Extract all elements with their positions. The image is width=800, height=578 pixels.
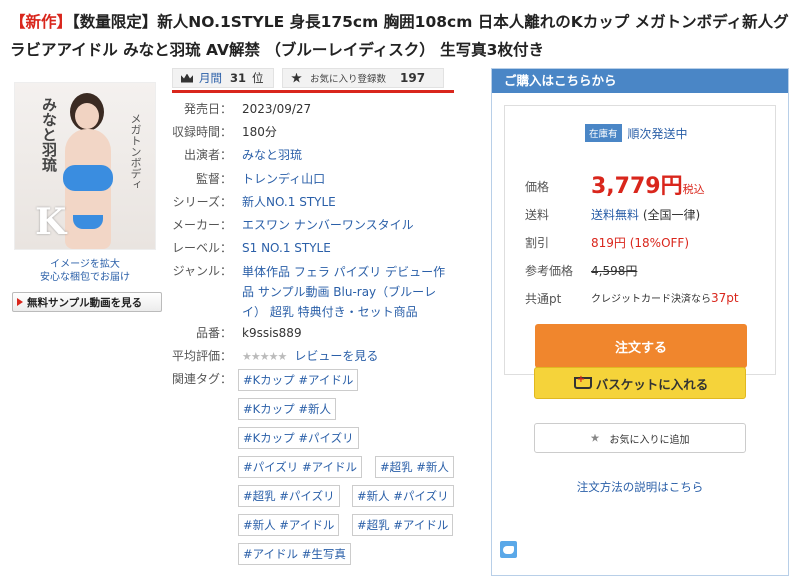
series-label: シリーズ： [172,195,232,209]
price-label: 価格 [525,180,550,194]
runtime-row: 収録時間： 180分 [170,123,277,141]
label-label: レーベル： [171,241,232,255]
tag-item[interactable]: #Kカップ #パイズリ [238,427,359,449]
add-to-basket-label: バスケットに入れる [595,376,709,392]
tag-item[interactable]: #新人 #パイズリ [352,485,454,507]
code-row: 品番： k9ssis889 [170,324,302,342]
add-favorite-button[interactable]: お気に入りに追加 [534,423,746,453]
sample-video-label: 無料サンプル動画を見る [27,296,143,309]
how-to-order-link[interactable]: 注文方法の説明はこちら [492,479,788,495]
label-link[interactable]: S1 NO.1 STYLE [232,239,331,257]
cover-actress-name: みなと羽琉 [40,97,58,172]
tag-item[interactable]: #アイドル #生写真 [238,543,351,565]
ranking-number: 31 [230,71,247,85]
list-price-value: 4,598円 [591,264,638,278]
director-row: 監督： トレンディ山口 [170,170,325,188]
genre-label: ジャンル： [172,264,232,278]
discount-value: 819円 (18%OFF) [591,236,690,250]
list-price-label: 参考価格 [525,264,574,278]
runtime-value: 180分 [242,125,277,139]
shipping-note: (全国一律) [642,208,701,222]
code-label: 品番： [195,326,232,340]
packaging-note[interactable]: 安心な梱包でお届け [14,271,156,284]
add-favorite-label: お気に入りに追加 [609,434,690,446]
ranking-underline [172,90,454,93]
series-row: シリーズ： 新人NO.1 STYLE [170,193,336,211]
cover-kcup: K [35,201,67,243]
star-icon [291,72,302,83]
maker-link[interactable]: エスワン ナンバーワンスタイル [232,216,414,234]
play-icon [17,298,23,306]
release-date-value: 2023/09/27 [242,102,312,116]
image-caption[interactable]: イメージを拡大 安心な梱包でお届け [14,258,156,284]
rating-stars: ★★★★★ [242,350,287,363]
star-icon [590,433,600,442]
product-cover-image[interactable]: みなと羽琉 メガトンボディ K [14,82,156,250]
tag-item[interactable]: #超乳 #新人 [375,456,454,478]
sample-video-button[interactable]: 無料サンプル動画を見る [12,292,162,312]
shipping-status: 順次発送中 [627,126,688,141]
order-button[interactable]: 注文する [535,324,747,368]
ranking-suffix: 位 [252,71,264,85]
points-value: 37pt [711,291,739,305]
maker-label: メーカー： [171,218,232,232]
tag-item[interactable]: #Kカップ #新人 [238,398,336,420]
shipping-free-link[interactable]: 送料無料 [591,208,639,222]
runtime-label: 収録時間： [171,125,232,139]
series-link[interactable]: 新人NO.1 STYLE [232,193,336,211]
discount-label: 割引 [525,236,550,250]
release-date-label: 発売日： [183,102,232,116]
product-title: 【新作】【数量限定】新人NO.1STYLE 身長175cm 胸囲108cm 日本… [10,8,790,64]
maker-row: メーカー： エスワン ナンバーワンスタイル [170,216,414,234]
favorite-count-value: 197 [400,71,426,85]
points-note: クレジットカード決済なら [591,294,711,305]
price-value: 3,779円 [591,174,683,199]
crown-icon [181,73,193,83]
price-value-group: 3,779円税込 [591,168,705,200]
points-label: 共通pt [525,292,562,306]
code-value: k9ssis889 [242,326,302,340]
monthly-ranking[interactable]: 月間 31 位 [172,68,274,88]
tag-item[interactable]: #新人 #アイドル [238,514,340,536]
genre-links[interactable]: 単体作品 フェラ パイズリ デビュー作品 サンプル動画 Blu-ray（ブルーレ… [232,262,457,322]
ranking-bar: 月間 31 位 お気に入り登録数 197 [172,66,454,94]
favorite-count: お気に入り登録数 197 [282,68,444,88]
cover-catchphrase: メガトンボディ [129,113,142,190]
review-link[interactable]: レビューを見る [294,349,378,363]
genre-row: ジャンル： 単体作品 フェラ パイズリ デビュー作品 サンプル動画 Blu-ra… [170,262,470,322]
price-tax: 税込 [682,183,705,196]
add-to-basket-button[interactable]: バスケットに入れる [534,367,746,399]
cast-link[interactable]: みなと羽琉 [232,146,302,164]
ranking-period: 月間 [199,71,222,85]
purchase-header: ご購入はこちらから [492,69,788,93]
tags-label: 関連タグ： [171,372,232,386]
purchase-panel: ご購入はこちらから 在庫有 順次発送中 価格 3,779円税込 送料 送料無料 … [491,68,789,576]
cast-label: 出演者： [183,148,232,162]
director-link[interactable]: トレンディ山口 [232,170,325,188]
new-badge: 【新作】 [10,13,73,31]
shipping-label: 送料 [525,208,550,222]
tag-item[interactable]: #パイズリ #アイドル [238,456,363,478]
release-date-row: 発売日： 2023/09/27 [170,100,311,118]
cast-row: 出演者： みなと羽琉 [170,146,302,164]
stock-badge: 在庫有 [585,124,622,142]
director-label: 監督： [195,172,232,186]
tag-item[interactable]: #超乳 #パイズリ [238,485,340,507]
label-row: レーベル： S1 NO.1 STYLE [170,239,331,257]
favorite-count-label: お気に入り登録数 [310,74,387,85]
tag-item[interactable]: #超乳 #アイドル [352,514,454,536]
product-title-text: 【数量限定】新人NO.1STYLE 身長175cm 胸囲108cm 日本人離れの… [10,13,789,59]
twitter-icon[interactable] [500,541,517,558]
tags-row: 関連タグ： [170,370,232,387]
tag-item[interactable]: #Kカップ #アイドル [238,369,359,391]
stock-status: 在庫有 順次発送中 [585,124,688,142]
cart-icon [572,374,592,390]
rating-label: 平均評価： [171,349,232,363]
purchase-box: 在庫有 順次発送中 価格 3,779円税込 送料 送料無料 (全国一律) 割引 … [504,105,776,375]
enlarge-image-link[interactable]: イメージを拡大 [14,258,156,271]
rating-row: 平均評価： ★★★★★ レビューを見る [170,347,378,366]
